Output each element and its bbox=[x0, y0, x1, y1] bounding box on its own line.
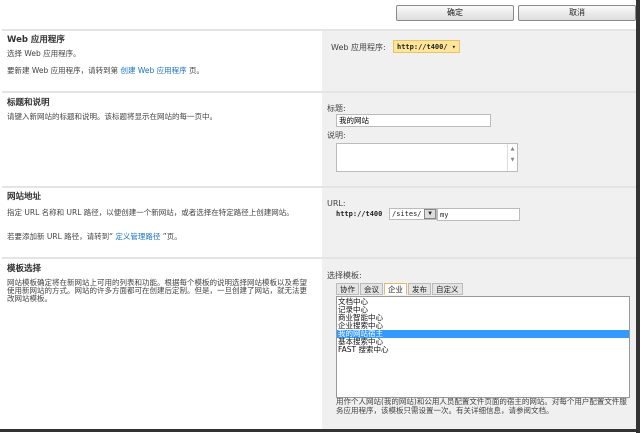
webapp-line1: 选择 Web 应用程序。 bbox=[7, 49, 81, 58]
template-heading: 模板选择 bbox=[7, 264, 42, 274]
url-line2-pre: 若要添加新 URL 路径，请转到“ bbox=[7, 232, 116, 241]
url-line2: 若要添加新 URL 路径，请转到“ 定义管理路径 ”页。 bbox=[7, 233, 307, 241]
create-webapp-link[interactable]: 创建 Web 应用程序 bbox=[121, 66, 187, 75]
chevron-down-icon: ▾ bbox=[451, 43, 457, 51]
cancel-button[interactable]: 取消 bbox=[518, 5, 636, 21]
desc-textarea[interactable]: ▲ ▼ bbox=[336, 143, 518, 172]
tab-custom[interactable]: 自定义 bbox=[432, 283, 463, 295]
webapp-label: Web 应用程序: bbox=[331, 43, 386, 52]
list-item[interactable]: 文档中心 bbox=[337, 298, 629, 306]
webapp-line2-post: 页。 bbox=[186, 66, 205, 75]
title-input[interactable] bbox=[336, 114, 491, 127]
title-label: 标题: bbox=[327, 104, 346, 113]
url-path-select[interactable]: /sites/▼ bbox=[389, 208, 437, 220]
template-desc: 网站模板确定将在新网站上可用的列表和功能。根据每个模板的说明选择网站模板以及希望… bbox=[7, 278, 307, 303]
url-desc: 指定 URL 名称和 URL 路径，以便创建一个新网站，或者选择在特定路径上创建… bbox=[7, 208, 294, 217]
template-item-desc: 用作个人网站(我的网站)和公用人员配置文件页面的宿主的网站。对每个用户配置文件服… bbox=[336, 397, 627, 415]
ok-button[interactable]: 确定 bbox=[396, 5, 514, 21]
url-label: URL: bbox=[327, 199, 346, 208]
url-prefix: http://t400 bbox=[336, 210, 383, 218]
webapp-select-value: http://t400/ bbox=[397, 43, 448, 51]
section-divider bbox=[2, 91, 636, 93]
webapp-heading: Web 应用程序 bbox=[7, 35, 65, 45]
window-border-bottom bbox=[0, 429, 640, 432]
template-listbox[interactable]: 文档中心 记录中心 商业智能中心 企业搜索中心 我的网站宿主 基本搜索中心 FA… bbox=[336, 296, 630, 398]
url-heading: 网站地址 bbox=[7, 192, 42, 202]
section-divider bbox=[2, 29, 636, 31]
template-tabs: 协作 会议 企业 发布 自定义 bbox=[336, 283, 464, 295]
desc-label: 说明: bbox=[327, 131, 346, 140]
textarea-scrollbar[interactable]: ▲ ▼ bbox=[507, 144, 517, 171]
webapp-line2-pre: 要新建 Web 应用程序，请转到第 bbox=[7, 66, 121, 75]
tab-enterprise[interactable]: 企业 bbox=[384, 283, 407, 295]
tab-meeting[interactable]: 会议 bbox=[360, 283, 383, 295]
section-divider bbox=[2, 186, 636, 188]
url-path-value: /sites/ bbox=[392, 210, 422, 218]
tab-collab[interactable]: 协作 bbox=[336, 283, 359, 295]
list-item[interactable]: FAST 搜索中心 bbox=[337, 346, 629, 354]
section-divider bbox=[2, 257, 636, 259]
chevron-down-icon: ▼ bbox=[424, 209, 436, 219]
title-heading: 标题和说明 bbox=[7, 98, 50, 108]
managed-paths-link[interactable]: 定义管理路径 bbox=[115, 232, 160, 241]
webapp-line2: 要新建 Web 应用程序，请转到第 创建 Web 应用程序 页。 bbox=[7, 67, 307, 75]
tab-publishing[interactable]: 发布 bbox=[408, 283, 431, 295]
url-line2-post: ”页。 bbox=[160, 232, 182, 241]
title-desc: 请键入新网站的标题和说明。该标题将显示在网站的每一页中。 bbox=[7, 112, 217, 121]
webapp-select[interactable]: http://t400/ ▾ bbox=[393, 40, 461, 53]
window-border-right bbox=[636, 0, 640, 433]
url-name-input[interactable] bbox=[437, 208, 520, 221]
template-label: 选择模板: bbox=[327, 271, 362, 280]
